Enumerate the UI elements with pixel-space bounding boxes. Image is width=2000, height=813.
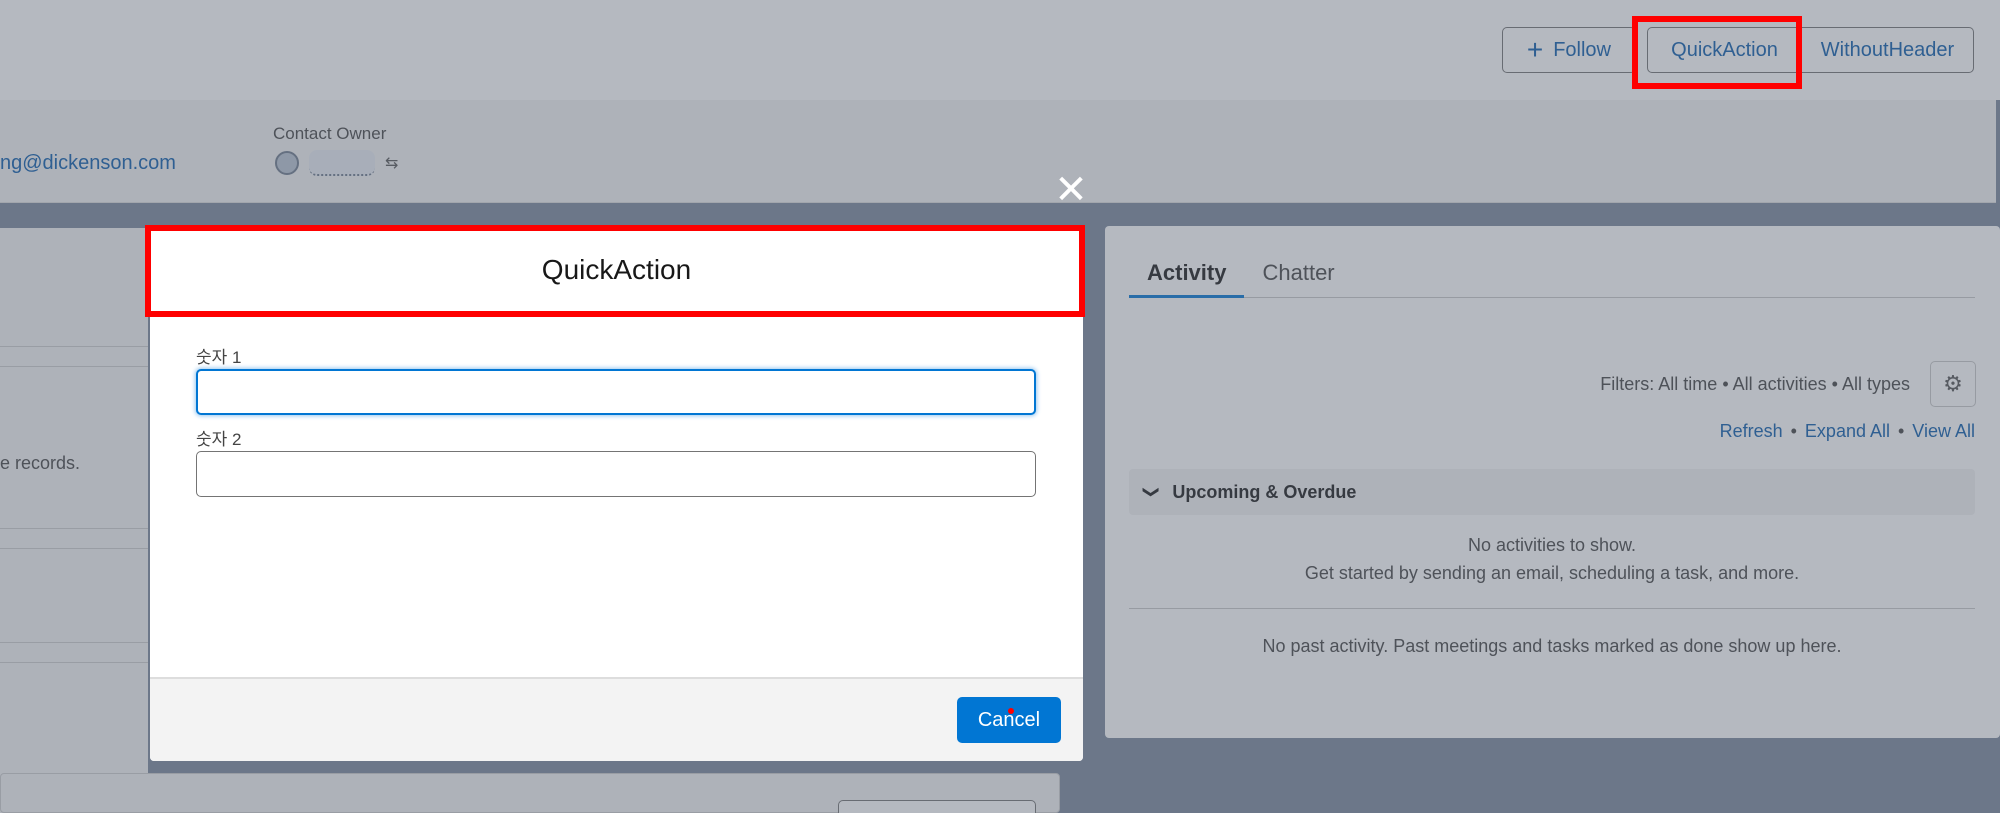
- modal-body: 숫자 1 숫자 2: [150, 314, 1083, 671]
- field1-label: 숫자 1: [196, 348, 242, 367]
- cancel-button[interactable]: Cancel: [957, 697, 1061, 743]
- field2-label: 숫자 2: [196, 430, 242, 449]
- modal-footer: Cancel: [150, 677, 1083, 761]
- quickaction-modal: QuickAction 숫자 1 숫자 2 Cancel: [150, 226, 1083, 761]
- modal-title: QuickAction: [541, 253, 692, 285]
- number2-input[interactable]: [196, 451, 1036, 497]
- modal-header: QuickAction: [150, 226, 1083, 314]
- close-modal-button[interactable]: ✕: [1052, 170, 1090, 210]
- click-marker: [1008, 708, 1014, 714]
- number1-input[interactable]: [196, 369, 1036, 415]
